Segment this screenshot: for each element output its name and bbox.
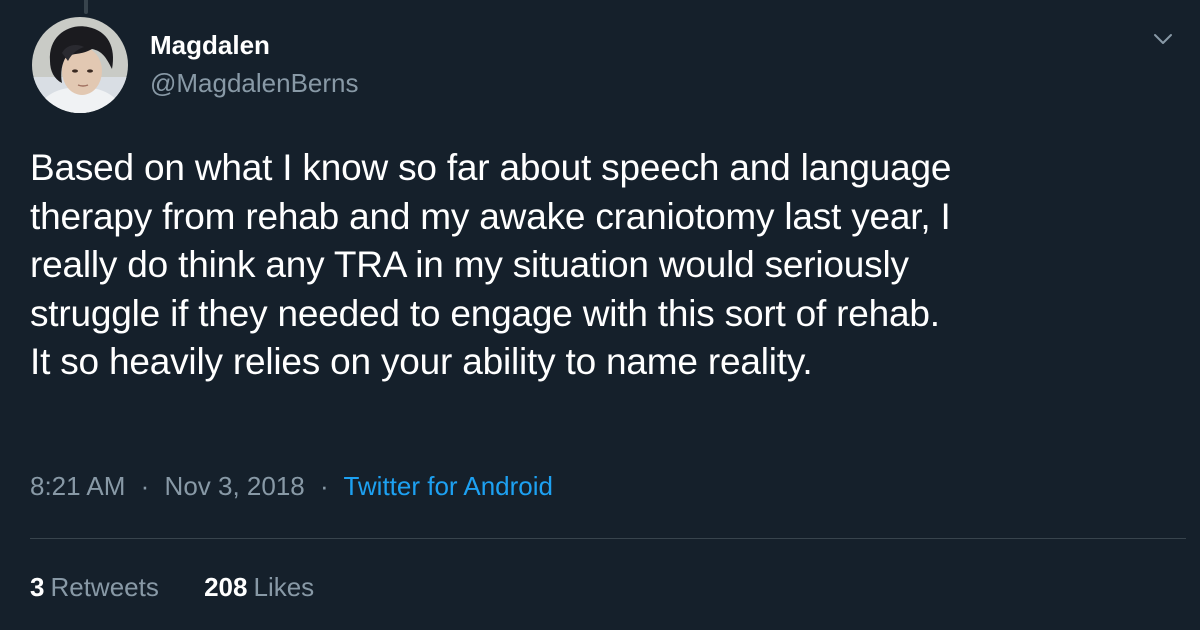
chevron-down-icon[interactable]	[1152, 28, 1174, 50]
likes-label: Likes	[253, 572, 315, 602]
tweet-stats: 3 Retweets 208 Likes	[30, 570, 314, 604]
author-handle[interactable]: @MagdalenBerns	[150, 66, 359, 100]
tweet-meta: 8:21 AM · Nov 3, 2018 · Twitter for Andr…	[30, 469, 553, 503]
retweets-count: 3	[30, 572, 45, 602]
retweets-stat[interactable]: 3 Retweets	[30, 572, 159, 602]
meta-separator: ·	[320, 471, 329, 501]
retweets-label: Retweets	[50, 572, 159, 602]
thread-connector	[84, 0, 88, 14]
tweet-text: Based on what I know so far about speech…	[30, 144, 1180, 387]
tweet-time[interactable]: 8:21 AM	[30, 471, 125, 501]
tweet-text-line: therapy from rehab and my awake cranioto…	[30, 195, 951, 237]
tweet-date[interactable]: Nov 3, 2018	[165, 471, 305, 501]
divider	[30, 538, 1186, 539]
tweet-card: Magdalen @MagdalenBerns Based on what I …	[0, 0, 1200, 630]
tweet-text-line: struggle if they needed to engage with t…	[30, 292, 940, 334]
author-name[interactable]: Magdalen	[150, 28, 270, 62]
likes-stat[interactable]: 208 Likes	[204, 572, 314, 602]
tweet-text-line: It so heavily relies on your ability to …	[30, 341, 813, 382]
avatar-photo	[32, 17, 128, 113]
tweet-source-link[interactable]: Twitter for Android	[343, 471, 553, 501]
tweet-text-line: Based on what I know so far about speech…	[30, 147, 952, 188]
likes-count: 208	[204, 572, 248, 602]
meta-separator: ·	[140, 471, 150, 501]
avatar[interactable]	[32, 17, 128, 113]
tweet-text-line: really do think any TRA in my situation …	[30, 244, 909, 285]
